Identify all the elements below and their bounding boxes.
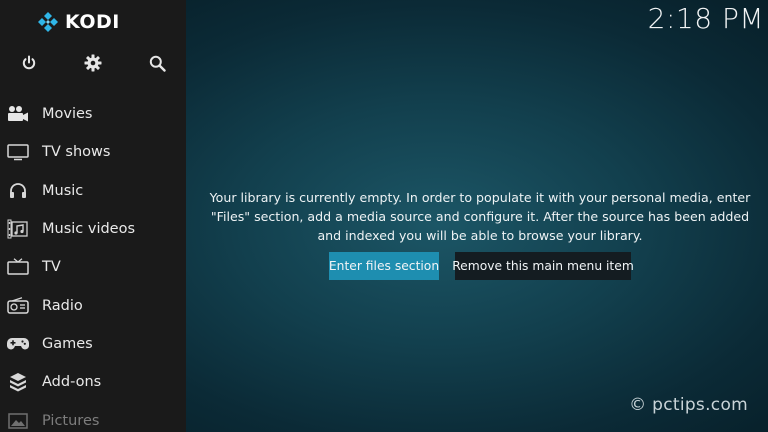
pictures-icon bbox=[6, 409, 30, 432]
tv-icon bbox=[6, 255, 30, 279]
search-icon[interactable] bbox=[144, 50, 170, 76]
menu-item-label: Games bbox=[42, 335, 93, 352]
menu-item-radio[interactable]: Radio bbox=[0, 286, 186, 324]
menu-item-label: TV bbox=[42, 259, 61, 276]
menu-item-label: Add-ons bbox=[42, 374, 102, 391]
music-videos-icon bbox=[6, 217, 30, 241]
menu-item-tv-shows[interactable]: TV shows bbox=[0, 133, 186, 171]
menu-item-pictures[interactable]: Pictures bbox=[0, 401, 186, 432]
main-menu: Movies TV shows Music Music videos TV Ra… bbox=[0, 95, 186, 432]
menu-item-music[interactable]: Music bbox=[0, 172, 186, 210]
menu-item-music-videos[interactable]: Music videos bbox=[0, 210, 186, 248]
menu-item-label: Music videos bbox=[42, 221, 136, 238]
movies-icon bbox=[6, 102, 30, 126]
menu-item-label: TV shows bbox=[42, 144, 111, 161]
addons-icon bbox=[6, 370, 30, 394]
headphones-icon bbox=[6, 179, 30, 203]
menu-item-games[interactable]: Games bbox=[0, 325, 186, 363]
gamepad-icon bbox=[6, 332, 30, 356]
radio-icon bbox=[6, 294, 30, 318]
watermark: © pctips.com bbox=[629, 395, 748, 415]
remove-menu-item-button[interactable]: Remove this main menu item bbox=[452, 252, 634, 280]
power-icon[interactable] bbox=[16, 50, 42, 76]
top-icon-bar bbox=[0, 50, 186, 76]
menu-item-label: Movies bbox=[42, 106, 93, 123]
menu-item-label: Music bbox=[42, 182, 84, 199]
menu-item-tv[interactable]: TV bbox=[0, 248, 186, 286]
menu-item-movies[interactable]: Movies bbox=[0, 95, 186, 133]
menu-item-add-ons[interactable]: Add-ons bbox=[0, 363, 186, 401]
kodi-logo-text: KODI bbox=[65, 11, 120, 33]
menu-item-label: Pictures bbox=[42, 412, 100, 429]
tv-shows-icon bbox=[6, 140, 30, 164]
clock: 2:18 PM bbox=[647, 2, 764, 35]
kodi-logo-icon bbox=[37, 11, 59, 33]
gear-icon[interactable] bbox=[80, 50, 106, 76]
kodi-logo: KODI bbox=[37, 10, 120, 34]
enter-files-section-button[interactable]: Enter files section bbox=[329, 252, 439, 280]
empty-library-message: Your library is currently empty. In orde… bbox=[209, 190, 751, 243]
menu-item-label: Radio bbox=[42, 297, 83, 314]
sidebar: KODI Movies TV shows Music Music videos … bbox=[0, 0, 186, 432]
